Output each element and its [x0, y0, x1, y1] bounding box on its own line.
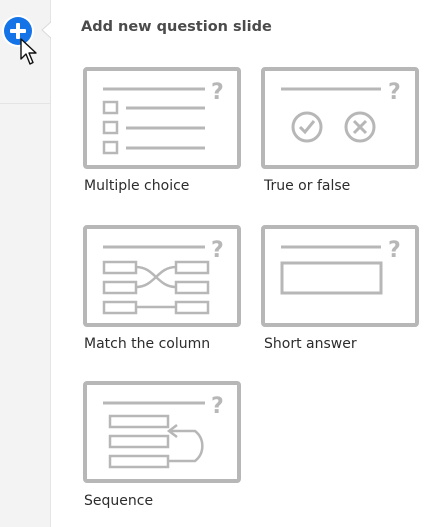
match-column-icon: ? [102, 238, 224, 315]
left-rail [0, 0, 51, 527]
mouse-pointer-icon [20, 38, 37, 65]
svg-text:?: ? [388, 80, 401, 105]
multiple-choice-label: Multiple choice [84, 178, 190, 194]
popover-notch [41, 21, 52, 39]
rail-divider [0, 103, 50, 104]
true-false-label: True or false [264, 178, 351, 194]
panel-title: Add new question slide [81, 19, 272, 35]
svg-text:?: ? [211, 80, 224, 105]
sequence-card[interactable]: ? [83, 381, 241, 483]
svg-text:?: ? [211, 238, 224, 263]
svg-text:?: ? [211, 394, 224, 419]
short-answer-icon: ? [280, 238, 401, 295]
short-answer-label: Short answer [264, 336, 357, 352]
short-answer-card[interactable]: ? [261, 225, 419, 327]
sequence-icon: ? [103, 394, 224, 469]
true-false-card[interactable]: ? [261, 67, 419, 169]
match-column-card[interactable]: ? [83, 225, 241, 327]
true-false-icon: ? [281, 80, 401, 143]
sequence-label: Sequence [84, 493, 154, 509]
svg-text:?: ? [388, 238, 401, 263]
multiple-choice-card[interactable]: ? [83, 67, 241, 169]
multiple-choice-icon: ? [102, 80, 224, 155]
match-column-label: Match the column [84, 336, 211, 352]
